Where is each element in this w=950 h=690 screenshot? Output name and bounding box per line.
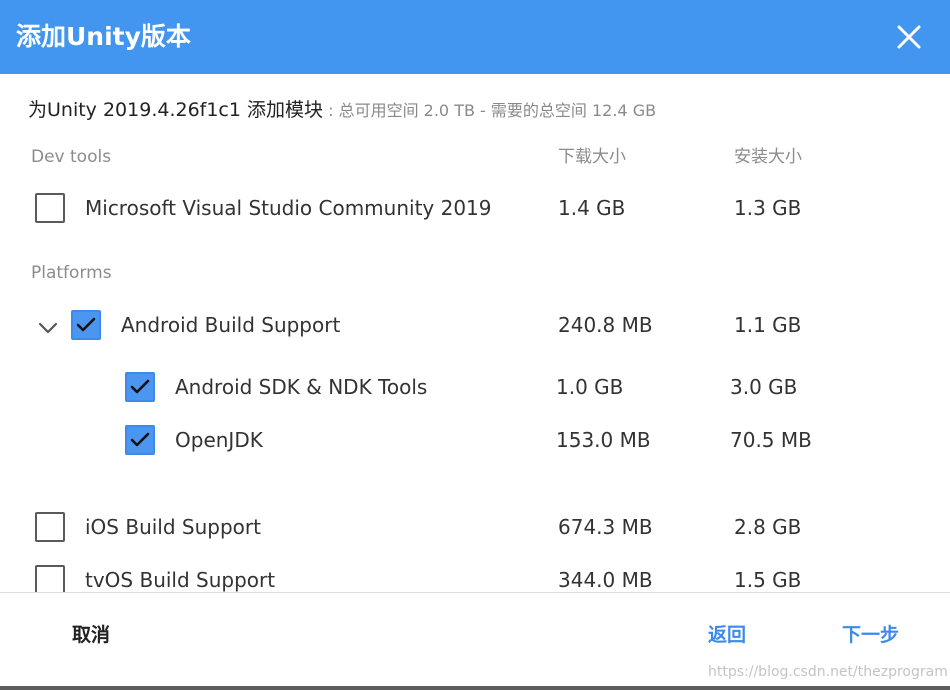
download-size: 240.8 MB — [558, 313, 653, 337]
title-bar: 添加Unity版本 — [0, 0, 950, 74]
install-size: 2.8 GB — [734, 515, 802, 539]
module-name: tvOS Build Support — [85, 568, 276, 592]
install-size: 1.5 GB — [734, 568, 802, 592]
download-size: 153.0 MB — [556, 428, 651, 452]
download-size: 1.0 GB — [556, 375, 624, 399]
add-modules-dialog: 添加Unity版本 为Unity 2019.4.26f1c1 添加模块 : 总可… — [0, 0, 950, 690]
download-size: 674.3 MB — [558, 515, 653, 539]
watermark: https://blog.csdn.net/thezprogram — [708, 664, 948, 680]
checkbox-android-build-support[interactable] — [71, 310, 101, 340]
back-button[interactable]: 返回 — [708, 621, 746, 649]
checkbox-android-sdk-ndk[interactable] — [125, 372, 155, 402]
checkbox-openjdk[interactable] — [125, 425, 155, 455]
download-size: 1.4 GB — [558, 196, 626, 220]
module-list-area[interactable]: 为Unity 2019.4.26f1c1 添加模块 : 总可用空间 2.0 TB… — [0, 74, 950, 592]
module-name: OpenJDK — [175, 428, 263, 452]
checkmark-icon — [130, 432, 150, 447]
checkbox-tvos-build-support[interactable] — [35, 565, 65, 592]
module-name: Android SDK & NDK Tools — [175, 375, 428, 399]
section-platforms: Platforms — [31, 263, 112, 283]
expand-toggle-android[interactable] — [37, 320, 59, 336]
subtitle: 为Unity 2019.4.26f1c1 添加模块 : 总可用空间 2.0 TB… — [28, 96, 656, 125]
checkbox-ios-build-support[interactable] — [35, 512, 65, 542]
close-button[interactable] — [888, 16, 930, 58]
module-name: Microsoft Visual Studio Community 2019 — [85, 196, 492, 220]
next-button[interactable]: 下一步 — [842, 621, 899, 649]
column-header-download-size: 下载大小 — [558, 147, 626, 167]
install-size: 3.0 GB — [730, 375, 798, 399]
checkmark-icon — [76, 317, 96, 332]
dialog-footer: 取消 返回 下一步 https://blog.csdn.net/thezprog… — [0, 592, 950, 687]
dialog-title: 添加Unity版本 — [16, 22, 191, 51]
section-dev-tools: Dev tools — [31, 147, 112, 167]
close-icon — [897, 25, 921, 49]
disk-space-info: : 总可用空间 2.0 TB - 需要的总空间 12.4 GB — [323, 101, 657, 120]
subtitle-main: 为Unity 2019.4.26f1c1 添加模块 — [28, 99, 324, 121]
checkmark-icon — [130, 379, 150, 394]
chevron-down-icon — [38, 322, 58, 334]
module-name: Android Build Support — [121, 313, 341, 337]
module-name: iOS Build Support — [85, 515, 261, 539]
download-size: 344.0 MB — [558, 568, 653, 592]
checkbox-visual-studio[interactable] — [35, 193, 65, 223]
column-header-install-size: 安装大小 — [734, 147, 802, 167]
install-size: 1.3 GB — [734, 196, 802, 220]
window-bottom-edge — [0, 686, 950, 690]
cancel-button[interactable]: 取消 — [72, 621, 110, 649]
install-size: 1.1 GB — [734, 313, 802, 337]
install-size: 70.5 MB — [730, 428, 812, 452]
